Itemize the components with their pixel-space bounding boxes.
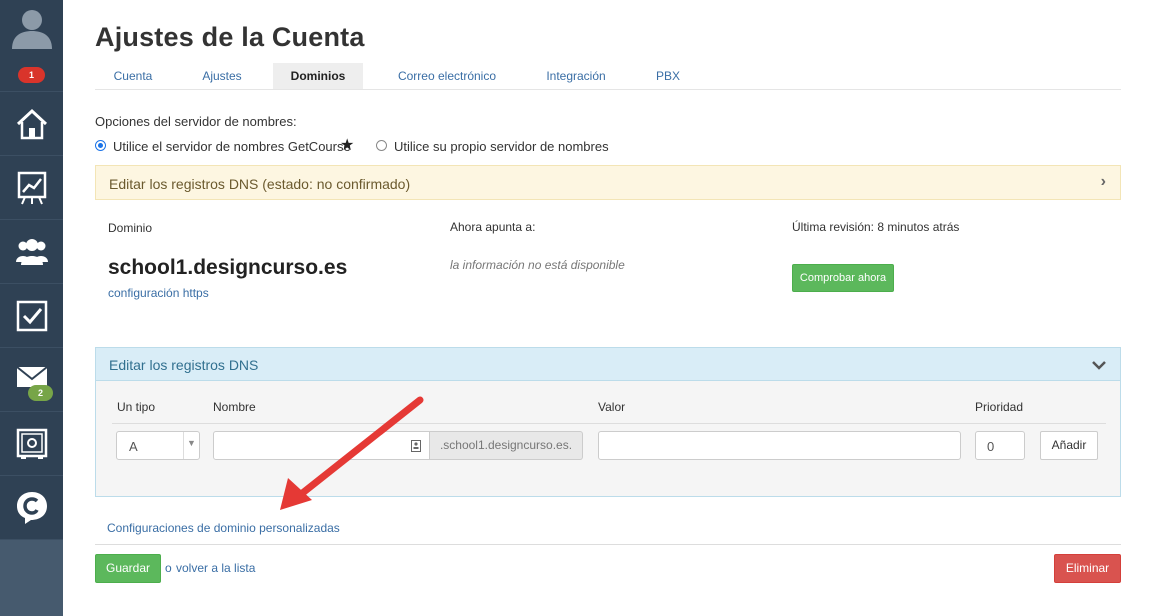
- messages-badge[interactable]: 2: [28, 385, 53, 401]
- radio-getcourse-label[interactable]: Utilice el servidor de nombres GetCourse: [113, 139, 351, 154]
- domain-value: school1.designcurso.es: [108, 256, 348, 279]
- record-priority-input[interactable]: 0: [975, 431, 1025, 460]
- radio-own-nameserver[interactable]: [376, 140, 387, 151]
- dns-status-panel-header[interactable]: Editar los registros DNS (estado: no con…: [95, 165, 1121, 200]
- sidebar-item-getcourse[interactable]: [0, 477, 63, 540]
- col-type-header: Un tipo: [117, 400, 156, 414]
- points-to-label: Ahora apunta a:: [450, 220, 536, 234]
- back-to-list-link[interactable]: volver a la lista: [176, 561, 255, 575]
- tab-dominios[interactable]: Dominios: [273, 63, 363, 89]
- col-value-header: Valor: [598, 400, 626, 414]
- chevron-right-icon: ›: [1100, 173, 1106, 190]
- radio-own-label[interactable]: Utilice su propio servidor de nombres: [394, 139, 609, 154]
- record-value-input[interactable]: [598, 431, 961, 460]
- custom-domain-config-link[interactable]: Configuraciones de dominio personalizada…: [107, 521, 340, 535]
- delete-button[interactable]: Eliminar: [1054, 554, 1121, 583]
- domain-label: Dominio: [108, 221, 153, 235]
- safe-icon: [16, 428, 47, 459]
- sidebar-avatar[interactable]: 1: [0, 0, 63, 92]
- dns-edit-title: Editar los registros DNS: [109, 357, 259, 373]
- user-avatar-icon: [12, 10, 52, 49]
- check-now-button[interactable]: Comprobar ahora: [792, 264, 894, 292]
- sidebar: 1 2: [0, 0, 63, 616]
- radio-getcourse-nameserver[interactable]: [95, 140, 106, 151]
- select-divider: [183, 432, 184, 459]
- sidebar-footer: [0, 540, 63, 616]
- record-name-input[interactable]: [213, 431, 430, 460]
- domain-suffix-addon: .school1.designcurso.es.: [430, 431, 583, 460]
- dns-edit-panel-header[interactable]: Editar los registros DNS: [96, 348, 1120, 381]
- sidebar-item-users[interactable]: [0, 221, 63, 284]
- home-icon: [16, 108, 47, 140]
- dns-edit-panel: Editar los registros DNS Un tipo Nombre …: [95, 347, 1121, 497]
- nameserver-options-label: Opciones del servidor de nombres:: [95, 114, 297, 129]
- save-button[interactable]: Guardar: [95, 554, 161, 583]
- footer-divider: [95, 544, 1121, 545]
- tab-ajustes[interactable]: Ajustes: [189, 63, 255, 89]
- tab-pbx[interactable]: PBX: [645, 63, 691, 89]
- last-check-label: Última revisión: 8 minutos atrás: [792, 220, 960, 234]
- record-priority-value: 0: [987, 439, 995, 454]
- col-priority-header: Prioridad: [975, 400, 1024, 414]
- contact-card-icon: [411, 440, 421, 452]
- page-title: Ajustes de la Cuenta: [95, 22, 365, 52]
- tabs-bar: Cuenta Ajustes Dominios Correo electróni…: [95, 63, 1121, 90]
- chart-icon: [17, 171, 46, 205]
- sidebar-item-tasks[interactable]: [0, 285, 63, 348]
- sidebar-item-home[interactable]: [0, 93, 63, 156]
- star-icon: ★: [340, 137, 355, 154]
- https-config-link[interactable]: configuración https: [108, 286, 209, 300]
- chevron-down-icon: [1092, 361, 1106, 370]
- getcourse-logo-icon: [16, 492, 47, 524]
- table-header-divider: [112, 423, 1106, 424]
- add-record-button[interactable]: Añadir: [1040, 431, 1098, 460]
- users-icon: [15, 239, 48, 265]
- col-name-header: Nombre: [213, 400, 256, 414]
- sidebar-item-safe[interactable]: [0, 413, 63, 476]
- dns-status-title: Editar los registros DNS (estado: no con…: [109, 176, 411, 192]
- caret-down-icon: ▼: [187, 438, 196, 448]
- tab-integracion[interactable]: Integración: [533, 63, 619, 89]
- tab-correo[interactable]: Correo electrónico: [385, 63, 509, 89]
- or-text: o: [165, 561, 172, 575]
- notifications-badge[interactable]: 1: [18, 67, 45, 83]
- sidebar-item-stats[interactable]: [0, 157, 63, 220]
- tab-cuenta[interactable]: Cuenta: [100, 63, 166, 89]
- points-to-value: la información no está disponible: [450, 258, 625, 272]
- tasks-icon: [16, 300, 47, 332]
- record-type-select[interactable]: A ▼: [116, 431, 200, 460]
- record-type-value: A: [129, 439, 138, 454]
- sidebar-item-mail[interactable]: 2: [0, 349, 63, 412]
